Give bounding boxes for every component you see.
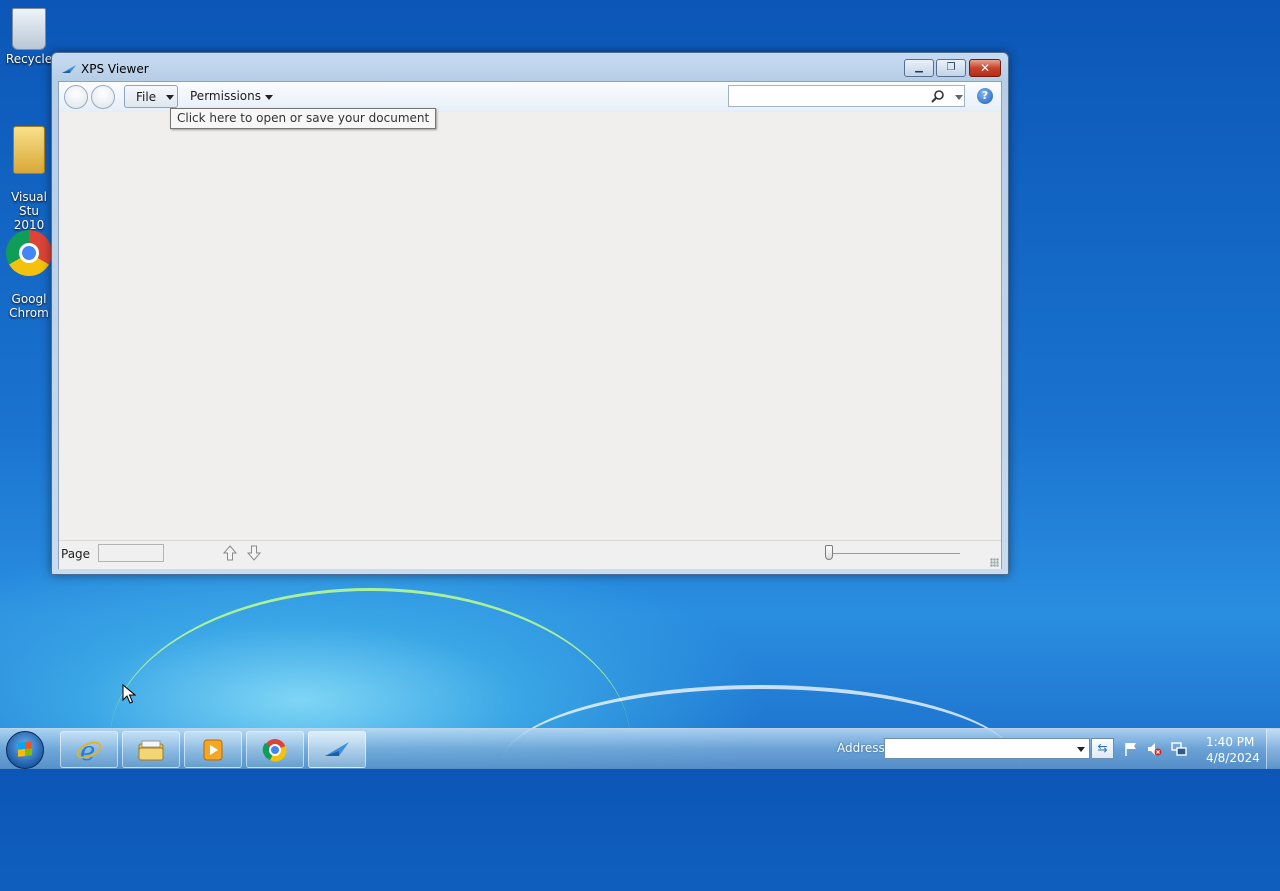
search-input[interactable] [728,85,965,107]
previous-page-icon[interactable] [222,544,238,562]
zoom-slider-track[interactable] [825,553,960,554]
help-icon[interactable]: ? [977,88,993,104]
internet-explorer-icon: e [76,738,102,762]
recycle-bin-icon [12,8,46,50]
xps-viewer-app-icon [62,65,76,73]
address-input[interactable] [884,738,1090,759]
search-options-dropdown[interactable] [955,95,963,100]
clock-date[interactable]: 4/8/2024 [1206,751,1260,765]
folder-icon [13,126,45,174]
page-number-input[interactable] [98,544,164,562]
taskbar-xps-viewer[interactable] [308,731,366,768]
document-viewing-area[interactable] [59,112,1001,540]
network-icon[interactable] [1171,741,1187,757]
taskbar-google-chrome[interactable] [246,731,304,768]
search-icon[interactable] [931,89,945,103]
mouse-cursor-icon [122,684,136,704]
start-button[interactable] [6,731,44,769]
page-label: Page [61,547,91,561]
desktop-icon-recycle-bin[interactable]: Recycle [0,8,58,66]
folder-icon [138,740,164,761]
back-button[interactable] [64,85,88,109]
file-menu-button[interactable]: File [124,85,178,108]
file-menu-label: File [136,90,157,104]
file-button-tooltip: Click here to open or save your document [170,108,437,129]
window-title: XPS Viewer [81,62,149,76]
taskbar-internet-explorer[interactable]: e [60,731,118,768]
title-bar[interactable]: XPS Viewer ▁ ❐ ✕ [52,53,1008,81]
desktop-icon-google-chrome[interactable]: Googl Chrom [0,216,58,334]
address-toolbar-label: Address [837,741,885,755]
permissions-menu-button[interactable]: Permissions [190,89,261,103]
chrome-icon [262,739,287,762]
resize-grip-icon[interactable] [990,558,999,567]
show-desktop-button[interactable] [1266,729,1280,769]
clock-time[interactable]: 1:40 PM [1206,735,1254,749]
desktop-icon-label: Googl Chrom [9,292,49,320]
media-player-icon [203,739,223,761]
chrome-icon [6,230,52,276]
chevron-down-icon[interactable] [1077,747,1085,752]
svg-text:e: e [80,738,95,762]
minimize-button[interactable]: ▁ [904,59,934,77]
taskbar-windows-explorer[interactable] [122,731,180,768]
xps-viewer-icon [325,742,349,756]
zoom-slider-thumb[interactable] [825,545,833,560]
address-go-button[interactable]: ⇆ [1091,738,1114,759]
chevron-down-icon[interactable] [265,95,273,100]
taskbar: e Address ⇆ 1:40 PM 4/8/2024 [0,728,1280,769]
volume-muted-icon[interactable] [1146,741,1162,757]
window-client-area: File Permissions ? Page [58,81,1002,569]
forward-button[interactable] [91,85,115,109]
next-page-icon[interactable] [246,544,262,562]
status-bar: Page [59,540,1001,569]
maximize-button[interactable]: ❐ [936,59,966,77]
chevron-down-icon [166,95,174,100]
taskbar-media-player[interactable] [184,731,242,768]
action-center-flag-icon[interactable] [1123,741,1139,757]
close-button[interactable]: ✕ [969,59,1001,77]
desktop-icon-label: Recycle [5,52,53,66]
xps-viewer-window: XPS Viewer ▁ ❐ ✕ File Permissions ? Page [51,52,1009,575]
